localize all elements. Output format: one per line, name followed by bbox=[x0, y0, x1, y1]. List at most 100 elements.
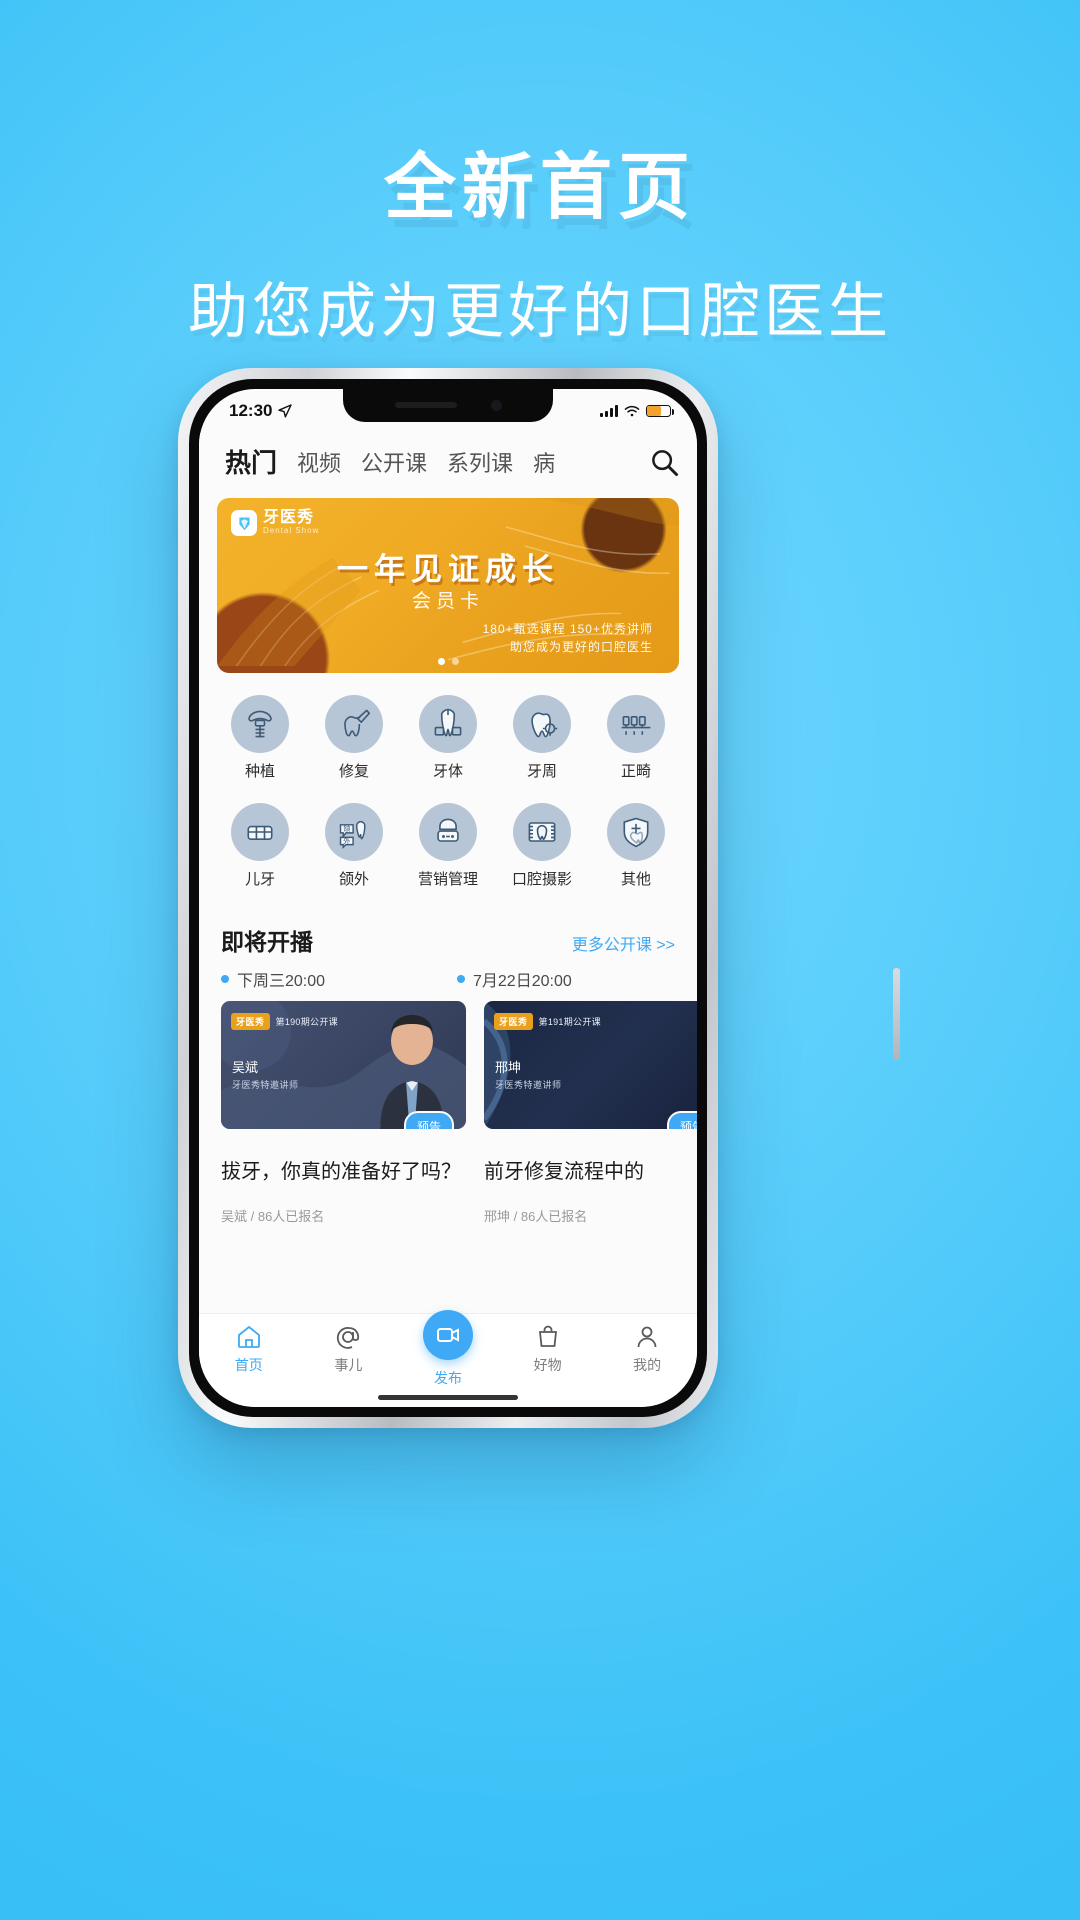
episode-badge: 第191期公开课 bbox=[538, 1017, 601, 1027]
nav-item-stories[interactable]: 事儿 bbox=[299, 1324, 399, 1375]
live-card-thumbnail[interactable]: 牙医秀 第191期公开课 邢坤 牙医秀特邀讲师 预告 bbox=[484, 1001, 697, 1129]
category-item-other[interactable]: 其他 bbox=[589, 797, 683, 899]
live-card-meta: 吴斌 / 86人已报名 bbox=[221, 1209, 325, 1224]
live-card-thumbnail[interactable]: 牙医秀 第190期公开课 吴斌 牙医秀特邀讲师 预告 bbox=[221, 1001, 466, 1129]
category-item-pediatric[interactable]: 儿牙 bbox=[213, 797, 307, 899]
tab-cases[interactable]: 病 bbox=[533, 446, 559, 478]
nav-item-publish[interactable]: 发布 bbox=[398, 1310, 498, 1388]
bottom-navigation: 首页 事儿 发布 好物 我的 bbox=[199, 1310, 697, 1407]
live-time-label: 下周三20:00 bbox=[237, 973, 326, 990]
nav-label: 事儿 bbox=[334, 1357, 363, 1373]
episode-badge-row: 牙医秀 第190期公开课 bbox=[231, 1013, 338, 1030]
phone-bezel: 12:30 热门 视频 公开课 系列课 病 牙医秀 Dental Show 一年… bbox=[189, 379, 707, 1417]
category-label: 牙体 bbox=[432, 763, 463, 780]
tab-video[interactable]: 视频 bbox=[297, 446, 341, 478]
phone-screen: 12:30 热门 视频 公开课 系列课 病 牙医秀 Dental Show 一年… bbox=[199, 389, 697, 1407]
nav-item-goods[interactable]: 好物 bbox=[498, 1324, 598, 1375]
shopping-bag-icon bbox=[538, 1325, 557, 1347]
live-time-2: 7月22日20:00 bbox=[457, 967, 675, 991]
membership-banner[interactable]: 牙医秀 Dental Show 一年见证成长 会员卡 180+甄选课程 150+… bbox=[217, 498, 679, 673]
child-teeth-icon bbox=[231, 803, 289, 861]
category-grid: 种植 修复 牙体 牙周 正畸 儿牙 颌 外 颌外 营销管理 口腔摄影 其他 bbox=[199, 673, 697, 909]
banner-subtitle: 会员卡 bbox=[411, 591, 484, 612]
episode-badge-row: 牙医秀 第191期公开课 bbox=[494, 1013, 601, 1030]
live-section-header: 即将开播 更多公开课 >> bbox=[199, 909, 697, 957]
category-tabbar: 热门 视频 公开课 系列课 病 bbox=[199, 433, 697, 494]
banner-dot-2[interactable] bbox=[451, 658, 459, 665]
category-label: 牙周 bbox=[526, 763, 557, 780]
braces-icon bbox=[607, 695, 665, 753]
nav-label: 我的 bbox=[633, 1357, 662, 1373]
category-label: 营销管理 bbox=[417, 871, 478, 888]
banner-dot-1[interactable] bbox=[437, 658, 445, 665]
search-icon[interactable] bbox=[649, 447, 679, 477]
banner-line-2: 助您成为更好的口腔医生 bbox=[509, 640, 653, 654]
live-section-title: 即将开播 bbox=[221, 929, 313, 955]
nav-label: 发布 bbox=[433, 1370, 462, 1386]
preview-badge: 预告 bbox=[403, 1111, 454, 1129]
cellular-signal-icon bbox=[600, 405, 618, 417]
promo-title: 全新首页 bbox=[383, 148, 696, 228]
banner-pagination-dots[interactable] bbox=[217, 658, 679, 665]
more-open-classes-link[interactable]: 更多公开课 >> bbox=[572, 931, 675, 955]
tab-series-class[interactable]: 系列课 bbox=[447, 446, 513, 478]
nav-item-profile[interactable]: 我的 bbox=[597, 1324, 697, 1375]
power-button[interactable] bbox=[893, 968, 900, 1060]
tooth-restoration-icon bbox=[325, 695, 383, 753]
video-camera-icon bbox=[422, 1310, 473, 1360]
category-item-orthodontics[interactable]: 正畸 bbox=[589, 689, 683, 791]
earpiece-speaker bbox=[394, 402, 457, 408]
live-card[interactable]: 牙医秀 第190期公开课 吴斌 牙医秀特邀讲师 预告 拔牙，你真的准备好了吗？ … bbox=[221, 1001, 466, 1225]
status-time: 12:30 bbox=[229, 401, 273, 420]
tooth-logo-icon bbox=[231, 510, 257, 536]
battery-icon bbox=[646, 405, 674, 417]
svg-text:外: 外 bbox=[343, 837, 350, 846]
category-item-restoration[interactable]: 修复 bbox=[307, 689, 401, 791]
home-icon bbox=[237, 1325, 260, 1348]
person-icon bbox=[637, 1326, 657, 1348]
speaker-role: 牙医秀特邀讲师 bbox=[495, 1080, 562, 1090]
wifi-icon bbox=[624, 405, 640, 417]
live-card-list: 牙医秀 第190期公开课 吴斌 牙医秀特邀讲师 预告 拔牙，你真的准备好了吗？ … bbox=[199, 991, 697, 1225]
category-label: 口腔摄影 bbox=[511, 871, 572, 888]
category-item-photography[interactable]: 口腔摄影 bbox=[495, 797, 589, 899]
category-item-maxillofacial[interactable]: 颌 外 颌外 bbox=[307, 797, 401, 899]
nav-label: 首页 bbox=[234, 1357, 263, 1373]
brand-badge: 牙医秀 bbox=[494, 1013, 533, 1030]
live-time-1: 下周三20:00 bbox=[221, 967, 439, 991]
category-label: 修复 bbox=[338, 763, 369, 780]
category-item-periodontal[interactable]: 牙周 bbox=[495, 689, 589, 791]
shield-tooth-icon bbox=[607, 803, 665, 861]
nav-label: 好物 bbox=[533, 1357, 562, 1373]
live-dot-icon bbox=[221, 975, 229, 983]
live-times-row: 下周三20:00 7月22日20:00 bbox=[199, 957, 697, 991]
live-card-meta: 邢坤 / 86人已报名 bbox=[484, 1209, 588, 1224]
live-card-title[interactable]: 前牙修复流程中的 bbox=[484, 1155, 697, 1184]
category-label: 其他 bbox=[620, 871, 651, 888]
category-item-tooth-body[interactable]: 牙体 bbox=[401, 689, 495, 791]
live-time-label: 7月22日20:00 bbox=[473, 973, 572, 990]
nav-item-home[interactable]: 首页 bbox=[199, 1324, 299, 1375]
front-camera bbox=[490, 399, 502, 411]
tooth-body-icon bbox=[419, 695, 477, 753]
brand-name-en: Dental Show bbox=[263, 526, 320, 536]
live-card[interactable]: 牙医秀 第191期公开课 邢坤 牙医秀特邀讲师 预告 前牙修复流程中的 邢坤 /… bbox=[484, 1001, 697, 1225]
svg-text:颌: 颌 bbox=[343, 824, 350, 833]
category-label: 种植 bbox=[244, 763, 275, 780]
speaker-name: 吴斌 bbox=[232, 1060, 259, 1075]
maxillofacial-icon: 颌 外 bbox=[325, 803, 383, 861]
tab-hot[interactable]: 热门 bbox=[225, 443, 277, 480]
category-item-marketing[interactable]: 营销管理 bbox=[401, 797, 495, 899]
home-indicator[interactable] bbox=[378, 1395, 518, 1400]
promo-subtitle: 助您成为更好的口腔医生 bbox=[188, 278, 892, 345]
promo-header: 全新首页 助您成为更好的口腔医生 bbox=[0, 0, 1080, 350]
live-card-title[interactable]: 拔牙，你真的准备好了吗？ bbox=[221, 1155, 466, 1184]
dental-implant-icon bbox=[231, 695, 289, 753]
location-arrow-icon bbox=[278, 404, 293, 418]
tab-open-class[interactable]: 公开课 bbox=[361, 446, 427, 478]
phone-mockup: 12:30 热门 视频 公开课 系列课 病 牙医秀 Dental Show 一年… bbox=[178, 368, 900, 1428]
banner-title: 一年见证成长 bbox=[337, 552, 559, 587]
category-item-implant[interactable]: 种植 bbox=[213, 689, 307, 791]
brand-logo: 牙医秀 Dental Show bbox=[231, 510, 319, 536]
episode-badge: 第190期公开课 bbox=[275, 1017, 338, 1027]
